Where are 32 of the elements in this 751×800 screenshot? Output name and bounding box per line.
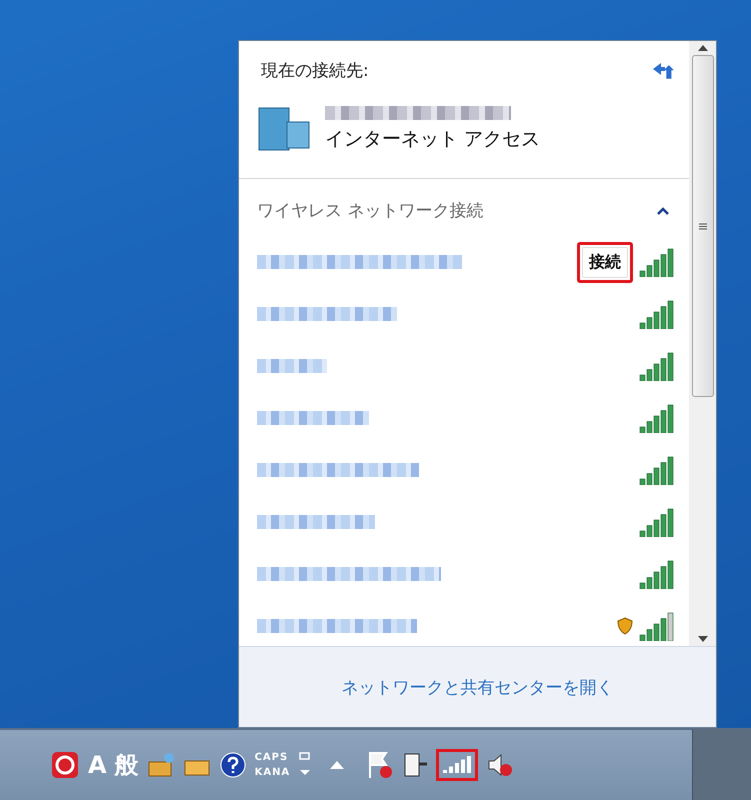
blurred-network-name (257, 359, 327, 373)
scrollbar[interactable] (689, 41, 716, 646)
help-icon[interactable] (218, 751, 247, 779)
network-row[interactable]: 接続 (239, 236, 689, 288)
signal-bars-icon (639, 611, 675, 641)
connect-button[interactable]: 接続 (582, 246, 628, 278)
signal-bars-icon (639, 299, 675, 329)
signal-bars-icon (639, 247, 675, 277)
signal-bars-icon (639, 507, 675, 537)
flag-error-icon[interactable] (366, 750, 394, 780)
caps-indicator: CAPS (254, 752, 290, 763)
kana-indicator: KANA (254, 767, 290, 778)
ime-kanji-mode[interactable]: 般 (114, 749, 139, 781)
signal-bars-icon (639, 455, 675, 485)
wifi-tray-button[interactable] (436, 749, 478, 781)
network-center-link[interactable]: ネットワークと共有センターを開く (342, 676, 614, 698)
show-hidden-icons-caret-icon[interactable] (330, 761, 344, 769)
collapse-caret-icon[interactable] (657, 206, 669, 214)
ime-mode[interactable]: A (88, 751, 107, 779)
signal-bars-icon (639, 403, 675, 433)
scroll-down-icon[interactable] (698, 636, 708, 642)
signal-bars-icon (639, 559, 675, 589)
panel-title: 現在の接続先: (261, 60, 369, 82)
signal-bars-icon (442, 755, 472, 775)
connection-status: インターネット アクセス (325, 127, 540, 152)
section-title: ワイヤレス ネットワーク接続 (257, 200, 484, 222)
grip-lines-icon (698, 222, 706, 230)
scroll-up-icon[interactable] (698, 45, 708, 51)
scrollbar-thumb[interactable] (692, 55, 714, 397)
app-icon[interactable] (50, 750, 80, 780)
speaker-muted-icon[interactable] (486, 751, 514, 779)
signal-bars-icon (639, 351, 675, 381)
